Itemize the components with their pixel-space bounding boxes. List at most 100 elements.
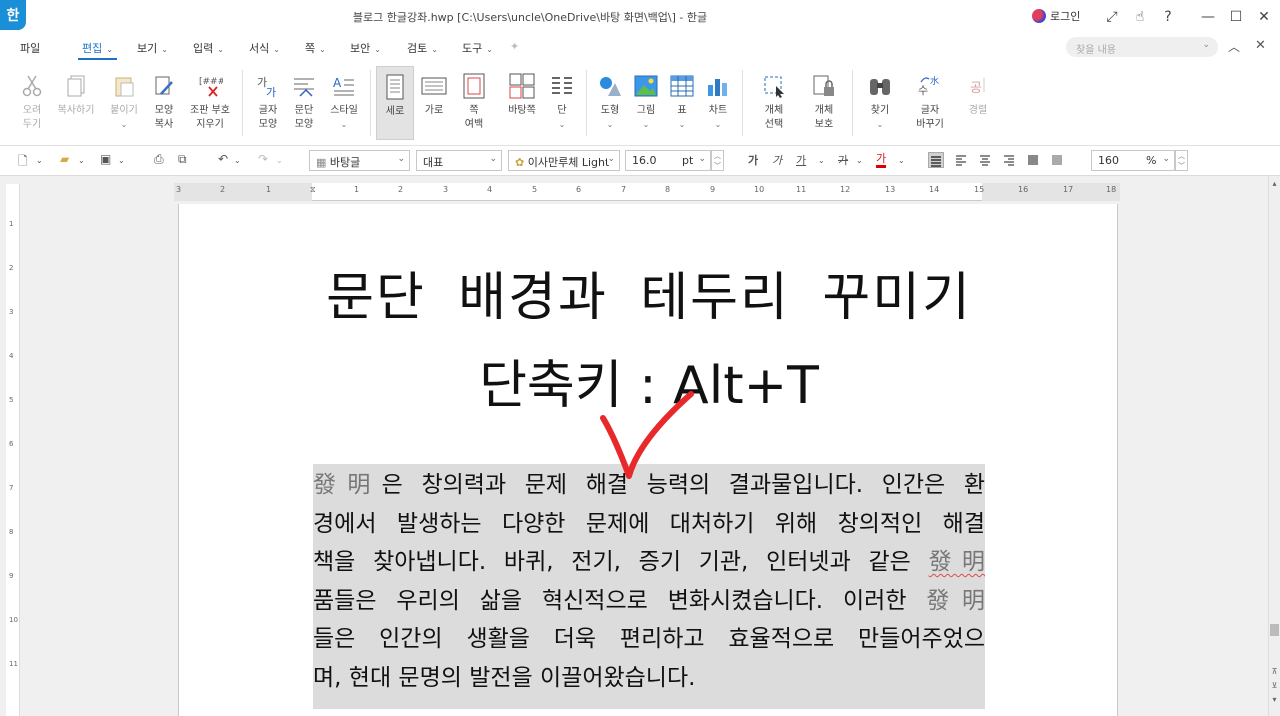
align-distribute-button[interactable] bbox=[1026, 152, 1042, 168]
portrait-button[interactable]: 세로 bbox=[376, 66, 414, 140]
ribbon-divider bbox=[370, 70, 371, 136]
style-button[interactable]: A 스타일 ⌄ bbox=[322, 66, 366, 132]
print-icon[interactable]: ⎙ bbox=[154, 152, 164, 167]
align-center-button[interactable] bbox=[978, 152, 994, 168]
help-icon[interactable]: ? bbox=[1156, 6, 1180, 28]
menu-review[interactable]: 검토 ⌄ bbox=[407, 40, 438, 56]
document-paragraph[interactable]: 發明은 창의력과 문제 해결 능력의 결과물입니다. 인간은 환 경에서 발생하… bbox=[313, 466, 985, 697]
strikethrough-button[interactable]: 가 bbox=[838, 152, 848, 168]
chevron-down-icon[interactable]: ⌄ bbox=[78, 156, 85, 165]
para-shape-button[interactable]: 문단 모양 bbox=[282, 66, 326, 132]
scroll-up-icon[interactable]: ▴ bbox=[1269, 178, 1280, 189]
chevron-down-icon[interactable]: ⌄ bbox=[898, 156, 905, 165]
chevron-down-icon: ⌄ bbox=[431, 45, 438, 54]
align-divide-button[interactable] bbox=[1050, 152, 1066, 168]
warning-button[interactable]: 공 경렬 bbox=[956, 66, 1000, 118]
chart-button[interactable]: 차트 ⌄ bbox=[696, 66, 740, 132]
chevron-down-icon: ⌄ bbox=[698, 154, 706, 164]
align-justify-button[interactable] bbox=[928, 152, 944, 168]
protect-object-button[interactable]: 개체 보호 bbox=[802, 66, 846, 132]
chevron-down-icon[interactable]: ⌄ bbox=[856, 156, 863, 165]
clear-code-button[interactable]: [###] 조판 부호 지우기 bbox=[186, 66, 234, 132]
bold-button[interactable]: 가 bbox=[748, 152, 758, 168]
underline-button[interactable]: 가 bbox=[796, 152, 806, 168]
close-icon[interactable]: ✕ bbox=[1252, 6, 1276, 28]
chevron-down-icon[interactable]: ⌄ bbox=[234, 156, 241, 165]
print-preview-icon[interactable]: ⧉ bbox=[178, 152, 187, 167]
document-page[interactable]: 문단 배경과 테두리 꾸미기 단축키 : Alt+T 發明은 창의력과 문제 해… bbox=[178, 204, 1118, 716]
puzzle-icon[interactable]: ✦ bbox=[510, 40, 519, 53]
close-ribbon-icon[interactable]: ✕ bbox=[1255, 38, 1266, 53]
zoom-input[interactable]: 160 % ⌄ bbox=[1091, 150, 1175, 171]
scroll-thumb[interactable] bbox=[1270, 624, 1279, 636]
line-text: 며, 현대 문명의 발전을 이끌어왔습니다. bbox=[313, 664, 696, 691]
horizontal-ruler[interactable]: 3 2 1 ⧖ 1 2 3 4 5 6 7 8 9 10 11 12 13 14… bbox=[174, 183, 1120, 201]
chevron-down-icon[interactable]: ⌄ bbox=[118, 156, 125, 165]
vertical-ruler[interactable]: 1 2 3 4 5 6 7 8 9 10 11 bbox=[6, 184, 20, 716]
page-margin-button[interactable]: 쪽 여백 bbox=[452, 66, 496, 132]
expand-icon[interactable]: ⤢ bbox=[1100, 6, 1124, 28]
ruler-number: 16 bbox=[1018, 185, 1029, 194]
hanja-word: 發明 bbox=[926, 587, 986, 614]
zoom-stepper[interactable]: ︿ ﹀ bbox=[1175, 150, 1188, 171]
align-right-button[interactable] bbox=[1002, 152, 1018, 168]
find-button[interactable]: 찾기 ⌄ bbox=[858, 66, 902, 132]
font-size-stepper[interactable]: ︿ ﹀ bbox=[711, 150, 724, 171]
font-color-button[interactable]: 가 bbox=[876, 152, 887, 168]
column-button[interactable]: 단 ⌄ bbox=[540, 66, 584, 132]
collapse-ribbon-icon[interactable]: ︿ bbox=[1228, 38, 1240, 55]
menu-file[interactable]: 파일 bbox=[20, 40, 40, 56]
menu-security[interactable]: 보안 ⌄ bbox=[350, 40, 381, 56]
maximize-icon[interactable]: ☐ bbox=[1224, 6, 1248, 28]
redo-icon[interactable]: ↷ bbox=[258, 152, 268, 166]
page-up-icon[interactable]: ⊼ bbox=[1269, 666, 1280, 677]
copy-button[interactable]: 복사하기 bbox=[52, 66, 100, 118]
menu-bar: 파일 편집 ⌄ 보기 ⌄ 입력 ⌄ 서식 ⌄ 쪽 ⌄ 보안 ⌄ 검토 ⌄ 도구 ⌄ ✦ 찾을 내… bbox=[0, 34, 1280, 62]
chevron-down-icon[interactable]: ⌄ bbox=[276, 156, 283, 165]
copy-label: 복사하기 bbox=[57, 105, 95, 116]
select-object-button[interactable]: 개체 선택 bbox=[752, 66, 796, 132]
replace-char-button[interactable]: 수水 글자 바꾸기 bbox=[906, 66, 954, 132]
paste-button[interactable]: 붙이기 ⌄ bbox=[102, 66, 146, 132]
undo-icon[interactable]: ↶ bbox=[218, 152, 228, 166]
document-workspace[interactable]: 1 2 3 4 5 6 7 8 9 10 11 3 2 1 ⧖ 1 2 3 4 … bbox=[0, 176, 1280, 716]
minimize-icon[interactable]: — bbox=[1196, 6, 1220, 28]
language-select[interactable]: 대표 ⌄ bbox=[416, 150, 502, 171]
chevron-down-icon: ⌄ bbox=[714, 120, 722, 129]
font-select[interactable]: ✿ 이사만루체 Light ⌄ bbox=[508, 150, 620, 171]
menu-insert[interactable]: 입력 ⌄ bbox=[193, 40, 224, 56]
new-doc-icon[interactable]: 🗋 bbox=[18, 152, 28, 173]
font-size-input[interactable]: 16.0 pt ⌄ bbox=[625, 150, 711, 171]
paragraph-line: 책을 찾아냅니다. 바퀴, 전기, 증기 기관, 인터넷과 같은 發明 bbox=[313, 543, 985, 582]
svg-text:[###]: [###] bbox=[199, 77, 223, 87]
align-left-button[interactable] bbox=[954, 152, 970, 168]
login-button[interactable]: 로그인 bbox=[1032, 8, 1080, 24]
vruler-number: 6 bbox=[9, 440, 14, 448]
style-select[interactable]: ▦ 바탕글 ⌄ bbox=[309, 150, 410, 171]
menu-edit[interactable]: 편집 ⌄ bbox=[78, 40, 117, 60]
page-down-icon[interactable]: ⊻ bbox=[1269, 680, 1280, 691]
menu-view[interactable]: 보기 ⌄ bbox=[137, 40, 168, 56]
chevron-down-icon[interactable]: ⌄ bbox=[818, 156, 825, 165]
chevron-down-icon[interactable]: ⌄ bbox=[1202, 40, 1210, 50]
open-folder-icon[interactable]: ▰ bbox=[60, 152, 69, 166]
master-page-button[interactable]: 바탕쪽 bbox=[500, 66, 544, 118]
vertical-scrollbar[interactable]: ▴ ⊼ ⊻ ▾ bbox=[1268, 176, 1280, 716]
chevron-down-icon[interactable]: ⌄ bbox=[36, 156, 43, 165]
menu-tools[interactable]: 도구 ⌄ bbox=[462, 40, 493, 56]
landscape-button[interactable]: 가로 bbox=[412, 66, 456, 118]
protect-object-label-1: 개체 bbox=[814, 105, 834, 116]
hand-icon[interactable]: ☝ bbox=[1128, 6, 1152, 28]
shape-copy-button[interactable]: 모양 복사 bbox=[142, 66, 186, 132]
menu-page[interactable]: 쪽 ⌄ bbox=[305, 40, 326, 56]
copy-icon bbox=[62, 72, 90, 100]
font-type-icon: ✿ bbox=[515, 156, 525, 169]
scroll-down-icon[interactable]: ▾ bbox=[1269, 694, 1280, 705]
ruler-indent-marker[interactable]: ⧖ bbox=[310, 185, 316, 195]
cut-button[interactable]: 오려 두기 bbox=[10, 66, 54, 132]
italic-button[interactable]: 가 bbox=[772, 152, 782, 168]
search-input[interactable]: 찾을 내용 ⌄ bbox=[1066, 37, 1218, 57]
menu-format[interactable]: 서식 ⌄ bbox=[249, 40, 280, 56]
svg-text:가: 가 bbox=[266, 86, 276, 98]
save-icon[interactable]: ▣ bbox=[100, 152, 111, 166]
